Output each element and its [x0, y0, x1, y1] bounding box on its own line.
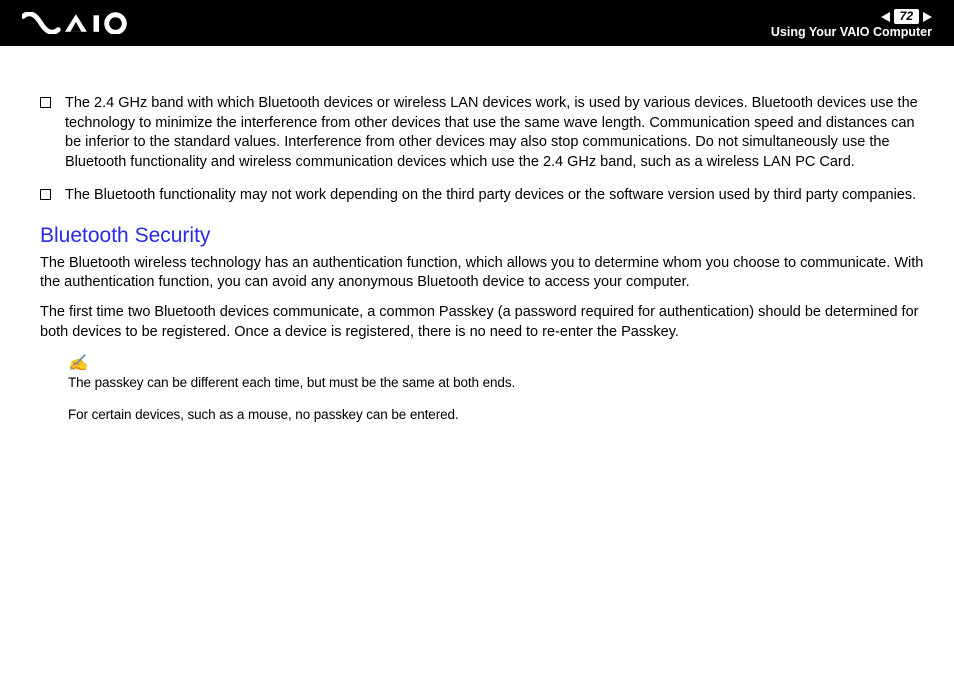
- bullet-text: The Bluetooth functionality may not work…: [65, 186, 924, 206]
- bullet-text: The 2.4 GHz band with which Bluetooth de…: [65, 94, 924, 172]
- prev-page-icon[interactable]: [881, 12, 890, 22]
- square-bullet-icon: [40, 97, 51, 108]
- paragraph: The Bluetooth wireless technology has an…: [40, 254, 924, 293]
- list-item: The 2.4 GHz band with which Bluetooth de…: [40, 94, 924, 172]
- content-area: The 2.4 GHz band with which Bluetooth de…: [0, 46, 954, 423]
- paragraph: The first time two Bluetooth devices com…: [40, 303, 924, 342]
- vaio-logo-svg: [22, 12, 143, 34]
- section-heading: Bluetooth Security: [40, 224, 924, 248]
- list-item: The Bluetooth functionality may not work…: [40, 186, 924, 206]
- square-bullet-icon: [40, 189, 51, 200]
- note-line: For certain devices, such as a mouse, no…: [68, 406, 924, 424]
- page-number: 72: [894, 9, 919, 24]
- document-page: 72 Using Your VAIO Computer The 2.4 GHz …: [0, 0, 954, 674]
- page-nav: 72: [881, 9, 932, 24]
- header-right: 72 Using Your VAIO Computer: [771, 7, 932, 39]
- header-bar: 72 Using Your VAIO Computer: [0, 0, 954, 46]
- vaio-logo: [22, 12, 143, 34]
- next-page-icon[interactable]: [923, 12, 932, 22]
- bullet-list: The 2.4 GHz band with which Bluetooth de…: [40, 94, 924, 206]
- note-icon: ✍: [68, 356, 924, 372]
- note-line: The passkey can be different each time, …: [68, 374, 924, 392]
- note-block: ✍ The passkey can be different each time…: [68, 356, 924, 423]
- header-title: Using Your VAIO Computer: [771, 26, 932, 39]
